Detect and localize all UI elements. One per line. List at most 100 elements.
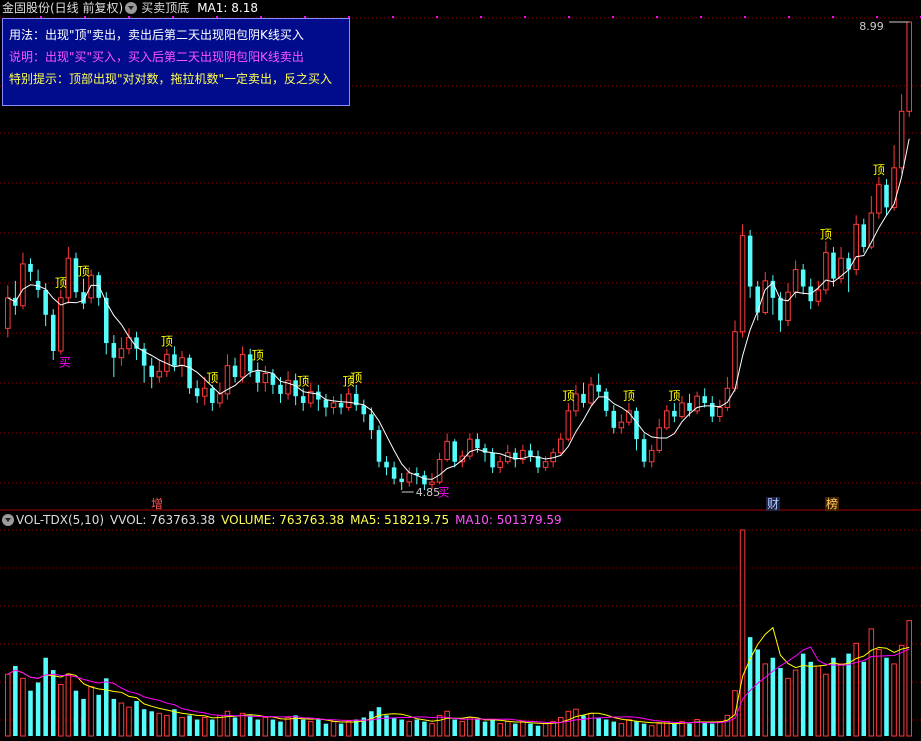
volume-bar <box>323 723 329 736</box>
candle-body <box>201 387 208 397</box>
volume-bar <box>672 723 677 736</box>
kline-chart[interactable]: 顶顶顶顶顶顶 顶顶顶顶顶顶顶买买 8.99 4.85 <box>0 0 921 741</box>
candle-body <box>884 184 889 208</box>
candle-body <box>58 297 64 352</box>
vol-indicator-name[interactable]: VOL-TDX(5,10) <box>16 511 104 529</box>
ma1-value: MA1: 8.18 <box>197 1 258 15</box>
volume-bar <box>557 716 564 737</box>
volume-header: VOL-TDX(5,10) VVOL: 763763.38 VOLUME: 7637… <box>0 511 921 529</box>
chevron-down-icon[interactable] <box>125 2 138 14</box>
stock-title[interactable]: 金固股份(日线 前复权) <box>2 0 123 17</box>
ding-mark: 顶 <box>562 389 574 403</box>
volume-value: VOLUME: 763763.38 <box>221 513 345 527</box>
volume-bar <box>618 723 625 737</box>
candle-body <box>755 286 760 313</box>
ding-mark: 顶 <box>206 371 218 385</box>
candle-body <box>255 371 261 383</box>
volume-bar <box>232 717 238 736</box>
candle-body <box>345 393 352 408</box>
candle-body <box>444 440 450 460</box>
volume-bar <box>846 653 851 736</box>
volume-bar <box>513 723 518 736</box>
candle-body <box>581 393 586 403</box>
candle-body <box>664 410 670 429</box>
indicator-name[interactable]: 买卖顶底 <box>141 0 189 17</box>
candle-body <box>823 252 829 291</box>
volume-bar <box>28 690 33 736</box>
candle-body <box>565 410 572 440</box>
volume-bar <box>542 723 549 737</box>
event-bang-badge[interactable]: 榜 <box>825 497 840 511</box>
candle-body <box>475 439 480 449</box>
mai-mark: 买 <box>59 355 71 369</box>
volume-bar <box>475 719 480 736</box>
candle-body <box>172 354 177 366</box>
volume-bar <box>217 714 223 737</box>
volume-bar <box>808 661 814 736</box>
candle-body <box>43 289 48 315</box>
volume-bar <box>73 690 79 736</box>
volume-bar <box>573 708 579 737</box>
event-cai-badge[interactable]: 财 <box>766 497 781 511</box>
candle-body <box>111 343 117 358</box>
candle-body <box>278 384 283 394</box>
volume-bar <box>868 628 875 737</box>
volume-bar <box>338 723 344 736</box>
volume-bar <box>118 702 125 737</box>
volume-bar <box>459 721 466 737</box>
candle-body <box>785 291 791 321</box>
candle-body <box>618 421 625 429</box>
candle-body <box>702 396 707 403</box>
volume-bar <box>179 716 185 737</box>
volume-bar <box>861 661 867 736</box>
ding-mark: 顶 <box>623 389 635 403</box>
volume-bar <box>444 710 450 737</box>
high-price-label: 8.99 <box>859 20 884 33</box>
candle-body <box>323 399 329 408</box>
candle-body <box>50 314 56 351</box>
candle-body <box>717 406 723 418</box>
candle-body <box>747 235 753 287</box>
candle-body <box>792 269 799 293</box>
chevron-down-icon[interactable] <box>2 514 14 526</box>
volume-bar <box>43 657 48 736</box>
candle-body <box>853 223 859 271</box>
candle-body <box>262 373 269 384</box>
volume-bar <box>648 725 655 737</box>
tip-text: 特别提示：顶部出现"对对数，拖拉机数"一定卖出，反之买入 <box>9 72 333 86</box>
volume-bar <box>785 677 791 737</box>
event-zeng-badge[interactable]: 增 <box>150 497 164 511</box>
volume-bar <box>792 669 799 737</box>
volume-bar <box>65 673 72 737</box>
ding-mark: 顶 <box>55 276 67 290</box>
candle-body <box>239 353 246 378</box>
candle-body <box>194 388 200 397</box>
volume-bar <box>452 719 457 736</box>
volume-bar <box>603 719 609 736</box>
volume-bar <box>187 715 192 736</box>
volume-bar <box>467 716 473 737</box>
candle-body <box>232 365 238 377</box>
volume-bar <box>422 721 427 736</box>
candle-body <box>338 402 344 408</box>
candle-body <box>906 21 912 112</box>
volume-bar <box>596 717 601 736</box>
candle-body <box>330 402 337 408</box>
volume-bar <box>149 711 154 736</box>
ding-mark: 顶 <box>668 389 680 403</box>
ding-mark: 顶 <box>297 374 309 388</box>
candle-body <box>156 370 163 378</box>
volume-bar <box>709 723 715 736</box>
volume-bar <box>898 644 905 737</box>
volume-bar <box>641 723 647 736</box>
volume-bar <box>376 707 382 736</box>
volume-bars <box>5 529 912 737</box>
volume-bar <box>330 721 337 737</box>
volume-bar <box>876 648 882 737</box>
volume-bar <box>134 700 139 736</box>
ding-mark: 顶 <box>161 335 173 349</box>
volume-bar <box>156 712 163 737</box>
volume-bar <box>853 642 859 737</box>
volume-bar <box>194 719 200 736</box>
candle-body <box>641 439 647 462</box>
